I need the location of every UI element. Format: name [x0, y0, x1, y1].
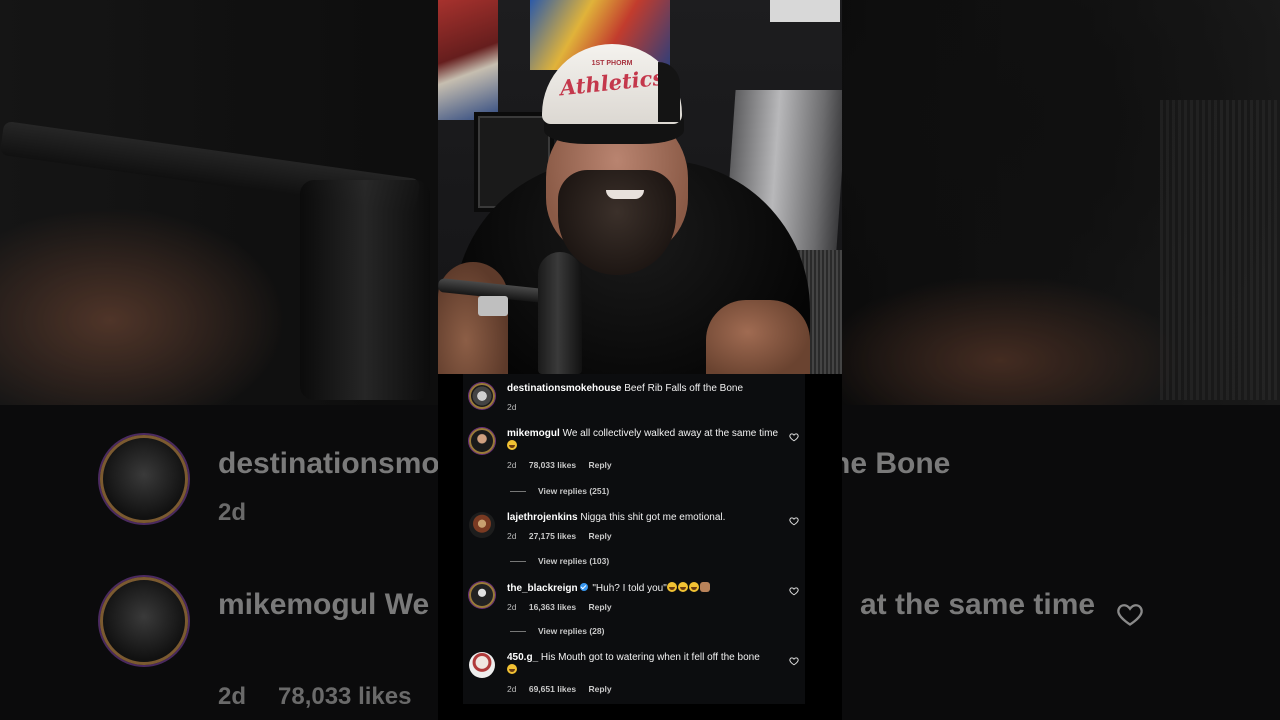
background-username-2: mikemogul We: [218, 588, 430, 621]
view-replies-button[interactable]: View replies (103): [510, 556, 609, 566]
ok-hand-emoji-icon: [699, 582, 710, 592]
microphone: [538, 252, 582, 374]
replies-divider: [510, 631, 526, 633]
comments-panel: destinationsmokehouse Beef Rib Falls off…: [463, 374, 805, 704]
reply-button[interactable]: Reply: [588, 602, 611, 612]
laughing-emoji-icon: [507, 664, 517, 674]
reply-button[interactable]: Reply: [588, 684, 611, 694]
comment-text: We all collectively walked away at the s…: [562, 428, 779, 439]
comment-text: His Mouth got to watering when it fell o…: [540, 652, 760, 663]
like-heart-icon[interactable]: [789, 586, 799, 596]
comment-username[interactable]: destinationsmokehouse: [507, 383, 621, 394]
reply-button[interactable]: Reply: [588, 460, 611, 470]
background-avatar: [100, 435, 188, 523]
like-heart-icon[interactable]: [789, 516, 799, 526]
background-username-tail: he Bone: [832, 447, 951, 480]
background-likes-2: 78,033 likes: [278, 683, 412, 710]
background-microphone: [300, 180, 430, 400]
comment-time: 2d: [507, 602, 517, 612]
background-speaker: [1160, 100, 1280, 400]
background-username: destinationsmo: [218, 447, 440, 480]
smokehouse-logo-icon[interactable]: [469, 383, 495, 409]
background-time-2: 2d: [218, 683, 247, 710]
background-heart-icon: [1116, 600, 1144, 628]
comment-text: "Huh? I told you": [592, 583, 667, 594]
comment-time: 2d: [507, 460, 517, 470]
view-replies-button[interactable]: View replies (251): [510, 486, 609, 496]
wall-poster: [438, 0, 498, 120]
background-time: 2d: [218, 499, 247, 526]
reply-button[interactable]: Reply: [588, 531, 611, 541]
user-avatar-icon[interactable]: [469, 512, 495, 538]
comment-text: Beef Rib Falls off the Bone: [624, 383, 744, 394]
comment-text: Nigga this shit got me emotional.: [580, 512, 726, 523]
view-replies-button[interactable]: View replies (28): [510, 626, 604, 636]
laughing-emoji-icon: [507, 440, 517, 450]
comment-time: 2d: [507, 684, 517, 694]
short-video-card: 1ST PHORM Athletics destinationsmokehous…: [438, 0, 842, 720]
comment-username[interactable]: 450.g_: [507, 652, 538, 663]
like-heart-icon[interactable]: [789, 432, 799, 442]
comment-likes[interactable]: 78,033 likes: [529, 460, 576, 470]
comment-time: 2d: [507, 402, 517, 412]
comment-time: 2d: [507, 531, 517, 541]
user-avatar-icon[interactable]: [469, 428, 495, 454]
like-heart-icon[interactable]: [789, 656, 799, 666]
view-replies-label: View replies (251): [538, 486, 610, 496]
laughing-emoji-icon: [666, 582, 677, 592]
background-avatar-2: [100, 577, 188, 665]
user-avatar-icon[interactable]: [469, 582, 495, 608]
comment-likes[interactable]: 16,363 likes: [529, 602, 576, 612]
replies-divider: [510, 561, 526, 563]
comment-likes[interactable]: 69,651 likes: [529, 684, 576, 694]
microphone-mount: [478, 296, 508, 316]
comment-username[interactable]: lajethrojenkins: [507, 512, 578, 523]
verified-badge-icon: [579, 583, 588, 591]
view-replies-label: View replies (28): [538, 626, 605, 636]
comment-username[interactable]: mikemogul: [507, 428, 560, 439]
person-smile: [606, 190, 644, 199]
wall-poster-right: [770, 0, 840, 22]
video-frame[interactable]: 1ST PHORM Athletics: [438, 0, 842, 374]
comment-username[interactable]: the_blackreign: [507, 583, 578, 594]
background-text-tail-2: at the same time: [860, 588, 1096, 621]
view-replies-label: View replies (103): [538, 556, 610, 566]
comment-likes[interactable]: 27,175 likes: [529, 531, 576, 541]
user-avatar-icon[interactable]: [469, 652, 495, 678]
laughing-emoji-icon: [688, 582, 699, 592]
laughing-emoji-icon: [677, 582, 688, 592]
replies-divider: [510, 491, 526, 493]
person-arm-right: [706, 300, 810, 374]
